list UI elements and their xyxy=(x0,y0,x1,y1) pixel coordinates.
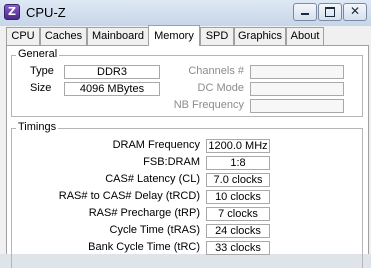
channels-value xyxy=(250,65,344,79)
tab-about[interactable]: About xyxy=(286,27,324,45)
close-button[interactable]: ✕ xyxy=(343,3,367,21)
bank-cycle-time-value: 33 clocks xyxy=(206,241,270,255)
size-label: Size xyxy=(30,82,52,94)
tab-memory[interactable]: Memory xyxy=(148,25,200,46)
timings-group-title: Timings xyxy=(16,121,59,133)
maximize-button[interactable] xyxy=(318,3,342,21)
cycle-time-label: Cycle Time (tRAS) xyxy=(109,224,200,236)
cpuz-app-icon[interactable]: Z xyxy=(4,4,20,20)
dc-mode-label: DC Mode xyxy=(197,82,244,94)
minimize-icon xyxy=(301,13,309,15)
memory-tab-panel: General Type DDR3 Size 4096 MBytes Chann… xyxy=(6,45,369,268)
tab-spd[interactable]: SPD xyxy=(200,27,234,45)
title-bar[interactable]: Z CPU-Z ✕ xyxy=(0,0,371,26)
type-value: DDR3 xyxy=(64,65,160,79)
channels-label: Channels # xyxy=(188,65,244,77)
fsb-dram-label: FSB:DRAM xyxy=(143,156,200,168)
ras-precharge-value: 7 clocks xyxy=(206,207,270,221)
cas-latency-value: 7.0 clocks xyxy=(206,173,270,187)
dc-mode-value xyxy=(250,82,344,96)
nb-frequency-label: NB Frequency xyxy=(173,99,244,111)
bank-cycle-time-label: Bank Cycle Time (tRC) xyxy=(88,241,200,253)
cpuz-window: Z CPU-Z ✕ CPU Caches Mainboard Memory SP… xyxy=(0,0,371,268)
dram-frequency-value: 1200.0 MHz xyxy=(206,139,270,153)
general-group: General Type DDR3 Size 4096 MBytes Chann… xyxy=(11,48,363,117)
window-title: CPU-Z xyxy=(26,5,66,20)
ras-to-cas-value: 10 clocks xyxy=(206,190,270,204)
tab-mainboard[interactable]: Mainboard xyxy=(87,27,149,45)
tab-caches[interactable]: Caches xyxy=(40,27,87,45)
minimize-button[interactable] xyxy=(293,3,317,21)
ras-to-cas-label: RAS# to CAS# Delay (tRCD) xyxy=(58,190,200,202)
type-label: Type xyxy=(30,65,54,77)
ras-precharge-label: RAS# Precharge (tRP) xyxy=(88,207,200,219)
tab-cpu[interactable]: CPU xyxy=(6,27,40,45)
maximize-icon xyxy=(325,7,335,17)
nb-frequency-value xyxy=(250,99,344,113)
close-icon: ✕ xyxy=(349,4,361,18)
general-group-title: General xyxy=(16,48,60,60)
timings-group: Timings DRAM Frequency 1200.0 MHz FSB:DR… xyxy=(11,121,363,268)
size-value: 4096 MBytes xyxy=(64,82,160,96)
tab-graphics[interactable]: Graphics xyxy=(234,27,286,45)
fsb-dram-value: 1:8 xyxy=(206,156,270,170)
cas-latency-label: CAS# Latency (CL) xyxy=(105,173,200,185)
cycle-time-value: 24 clocks xyxy=(206,224,270,238)
dram-frequency-label: DRAM Frequency xyxy=(112,139,200,151)
